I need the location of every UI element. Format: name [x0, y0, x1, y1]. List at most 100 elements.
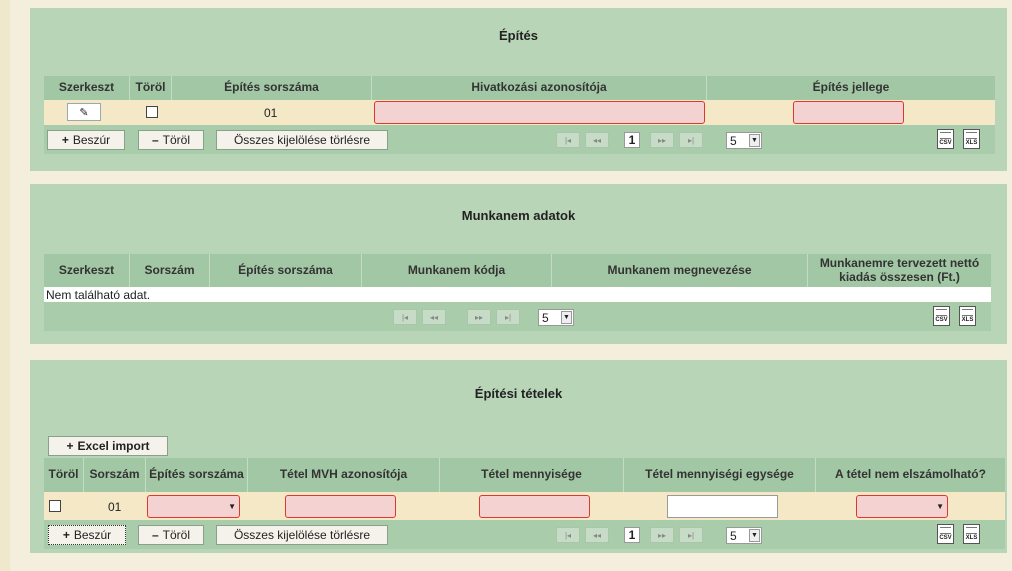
- col-header[interactable]: Tétel mennyiségi egysége: [624, 458, 816, 492]
- panel-munkanem: Munkanem adatok Szerkeszt Sorszám Építés…: [30, 184, 1007, 344]
- edit-button[interactable]: ✎: [67, 103, 101, 121]
- xls-label: XLS: [965, 140, 978, 146]
- col-header[interactable]: Építés sorszáma: [172, 76, 372, 100]
- plus-icon: +: [62, 528, 70, 542]
- col-header[interactable]: Szerkeszt: [44, 254, 130, 287]
- grid-footer: |◂ ◂◂ ▸▸ ▸| 5 ▼ CSV XLS: [44, 302, 991, 331]
- grid-header: Szerkeszt Töröl Építés sorszáma Hivatkoz…: [44, 76, 995, 100]
- xls-export-icon[interactable]: XLS: [963, 524, 980, 544]
- plus-icon: +: [66, 439, 74, 453]
- pencil-icon: ✎: [79, 106, 89, 119]
- first-page-icon[interactable]: |◂: [556, 132, 580, 148]
- left-margin: [0, 0, 10, 571]
- last-page-icon[interactable]: ▸|: [679, 132, 703, 148]
- plus-icon: +: [61, 133, 69, 147]
- csv-export-icon[interactable]: CSV: [937, 129, 954, 149]
- col-header[interactable]: Építés jellege: [707, 76, 995, 100]
- insert-button[interactable]: + Beszúr: [48, 525, 126, 545]
- excel-import-button[interactable]: + Excel import: [48, 436, 168, 456]
- epites-jellege-input[interactable]: [793, 101, 904, 124]
- nem-elszamolhato-select[interactable]: ▼: [856, 495, 948, 518]
- current-page[interactable]: 1: [624, 527, 640, 543]
- insert-button[interactable]: + Beszúr: [47, 130, 125, 150]
- tetel-mvh-azonosito-input[interactable]: [285, 495, 396, 518]
- minus-icon: –: [151, 528, 159, 542]
- csv-export-icon[interactable]: CSV: [937, 524, 954, 544]
- grid-header: Töröl Sorszám Építés sorszáma Tétel MVH …: [44, 458, 1005, 492]
- page-size-value: 5: [730, 528, 737, 543]
- insert-label: Beszúr: [72, 133, 111, 147]
- col-header[interactable]: Hivatkozási azonosítója: [372, 76, 707, 100]
- tetel-mennyisege-input[interactable]: [479, 495, 590, 518]
- panel-title: Munkanem adatok: [461, 208, 576, 223]
- page-size-value: 5: [542, 310, 549, 325]
- epites-sorszama-select[interactable]: ▼: [147, 495, 240, 518]
- col-header[interactable]: Munkanem megnevezése: [552, 254, 808, 287]
- epites-sorszam: 01: [264, 106, 278, 120]
- col-header[interactable]: Töröl: [130, 76, 172, 100]
- next-page-icon[interactable]: ▸▸: [650, 527, 674, 543]
- first-page-icon[interactable]: |◂: [556, 527, 580, 543]
- prev-page-icon[interactable]: ◂◂: [422, 309, 446, 325]
- col-header[interactable]: Sorszám: [84, 458, 146, 492]
- tetel-mennyisegi-egysege-input[interactable]: [667, 495, 778, 518]
- page-size-select[interactable]: 5 ▼: [538, 309, 574, 326]
- col-header[interactable]: Töröl: [44, 458, 84, 492]
- xls-export-icon[interactable]: XLS: [959, 306, 976, 326]
- grid-header: Szerkeszt Sorszám Építés sorszáma Munkan…: [44, 254, 991, 287]
- col-header[interactable]: Tétel mennyisége: [440, 458, 624, 492]
- next-page-icon[interactable]: ▸▸: [467, 309, 491, 325]
- prev-page-icon[interactable]: ◂◂: [585, 132, 609, 148]
- col-header[interactable]: A tétel nem elszámolható?: [816, 458, 1005, 492]
- csv-label: CSV: [935, 317, 948, 323]
- hivatkozasi-azonosito-input[interactable]: [374, 101, 705, 124]
- page-size-select[interactable]: 5 ▼: [726, 132, 762, 149]
- csv-label: CSV: [939, 140, 952, 146]
- first-page-icon[interactable]: |◂: [393, 309, 417, 325]
- xls-label: XLS: [961, 317, 974, 323]
- delete-button[interactable]: – Töröl: [138, 525, 204, 545]
- prev-page-icon[interactable]: ◂◂: [585, 527, 609, 543]
- empty-text: Nem található adat.: [46, 288, 151, 302]
- delete-label: Töröl: [162, 133, 191, 147]
- chevron-down-icon: ▼: [561, 311, 572, 324]
- empty-row: Nem található adat.: [44, 287, 991, 302]
- xls-export-icon[interactable]: XLS: [963, 129, 980, 149]
- panel-title: Építési tételek: [474, 386, 563, 401]
- delete-checkbox[interactable]: [49, 500, 61, 512]
- col-header[interactable]: Építés sorszáma: [210, 254, 362, 287]
- col-header[interactable]: Építés sorszáma: [146, 458, 248, 492]
- delete-label: Töröl: [162, 528, 191, 542]
- page-size-value: 5: [730, 133, 737, 148]
- table-row: ✎ 01: [44, 100, 995, 125]
- insert-label: Beszúr: [73, 528, 112, 542]
- grid-footer: + Beszúr – Töröl Összes kijelölése törlésr…: [44, 125, 995, 154]
- current-page[interactable]: 1: [624, 132, 640, 148]
- xls-label: XLS: [965, 535, 978, 541]
- table-row: 01 ▼ ▼: [44, 492, 1005, 520]
- select-all-delete-button[interactable]: Összes kijelölése törlésre: [216, 525, 388, 545]
- delete-button[interactable]: – Töröl: [138, 130, 204, 150]
- chevron-down-icon: ▼: [749, 134, 760, 147]
- select-all-delete-button[interactable]: Összes kijelölése törlésre: [216, 130, 388, 150]
- last-page-icon[interactable]: ▸|: [679, 527, 703, 543]
- next-page-icon[interactable]: ▸▸: [650, 132, 674, 148]
- grid-footer: + Beszúr – Töröl Összes kijelölése törlésr…: [44, 520, 1005, 549]
- last-page-icon[interactable]: ▸|: [496, 309, 520, 325]
- chevron-down-icon: ▼: [936, 502, 944, 511]
- col-header[interactable]: Tétel MVH azonosítója: [248, 458, 440, 492]
- panel-epitesi-tetelek: Építési tételek + Excel import Töröl Sors…: [30, 360, 1007, 553]
- excel-import-label: Excel import: [77, 439, 150, 453]
- chevron-down-icon: ▼: [228, 502, 236, 511]
- tetel-sorszam: 01: [108, 500, 122, 514]
- panel-title: Építés: [498, 28, 538, 43]
- delete-checkbox[interactable]: [146, 106, 158, 118]
- col-header[interactable]: Sorszám: [130, 254, 210, 287]
- col-header[interactable]: Munkanemre tervezett nettó kiadás összes…: [808, 254, 991, 287]
- page-size-select[interactable]: 5 ▼: [726, 527, 762, 544]
- col-header[interactable]: Munkanem kódja: [362, 254, 552, 287]
- chevron-down-icon: ▼: [749, 529, 760, 542]
- col-header[interactable]: Szerkeszt: [44, 76, 130, 100]
- panel-epites: Építés Szerkeszt Töröl Építés sorszáma H…: [30, 8, 1007, 171]
- csv-export-icon[interactable]: CSV: [933, 306, 950, 326]
